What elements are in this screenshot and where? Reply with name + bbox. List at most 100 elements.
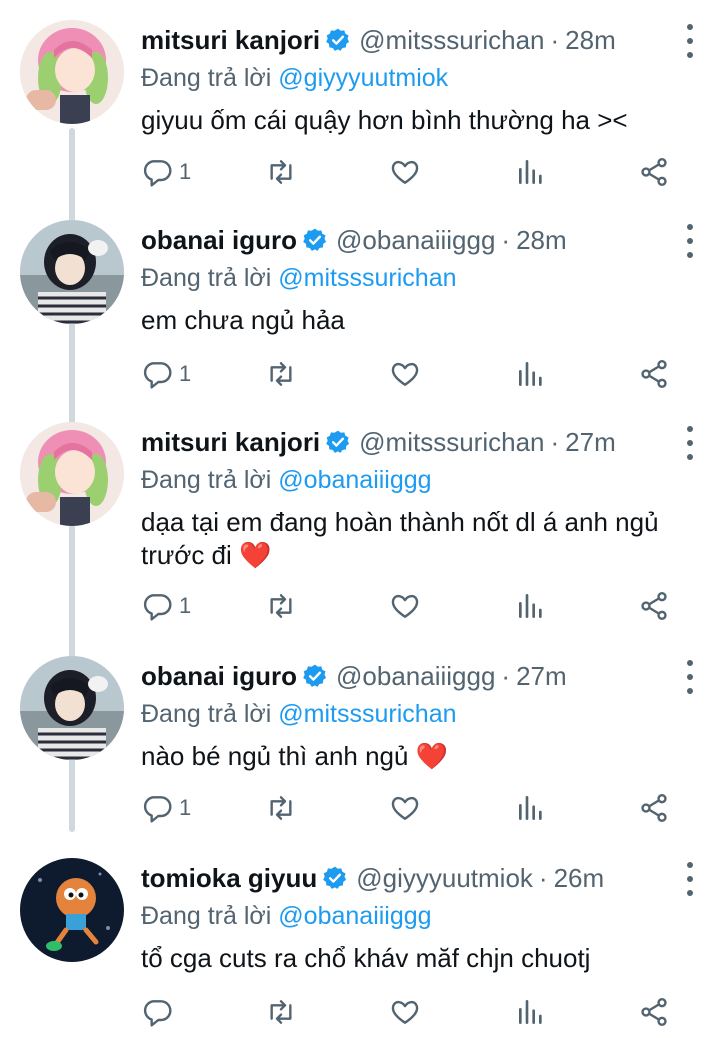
mention-link[interactable]: @giyyyuutmiok — [278, 64, 448, 92]
mention-link[interactable]: @obanaiiiggg — [278, 466, 431, 494]
reply-button[interactable]: 1 — [141, 152, 191, 192]
display-name[interactable]: obanai iguro — [141, 661, 297, 692]
separator-dot: · — [501, 660, 511, 691]
views-button[interactable] — [515, 788, 547, 828]
retweet-icon — [270, 362, 292, 386]
like-button[interactable] — [389, 354, 421, 394]
like-icon — [391, 362, 419, 386]
action-bar: 1 — [0, 788, 720, 828]
views-button[interactable] — [515, 992, 547, 1032]
replying-to: Đang trả lời @mitsssurichan — [141, 260, 700, 296]
verified-badge-icon — [326, 28, 350, 51]
retweet-button[interactable] — [265, 586, 297, 626]
reply-button[interactable] — [141, 992, 179, 1032]
retweet-button[interactable] — [265, 152, 297, 192]
avatar[interactable] — [20, 220, 124, 324]
action-bar: 1 — [0, 586, 720, 626]
mitsuri-avatar-icon — [20, 422, 124, 526]
views-button[interactable] — [515, 354, 547, 394]
timestamp[interactable]: 28m — [565, 25, 616, 56]
more-icon[interactable] — [680, 224, 700, 258]
verified-badge-icon — [323, 866, 347, 889]
retweet-icon — [270, 1000, 292, 1024]
like-button[interactable] — [389, 152, 421, 192]
reply-count: 1 — [179, 159, 192, 184]
share-button[interactable] — [638, 788, 670, 828]
reply-button[interactable]: 1 — [141, 788, 191, 828]
like-icon — [391, 1000, 419, 1024]
share-icon — [641, 360, 667, 388]
more-icon[interactable] — [680, 24, 700, 58]
views-button[interactable] — [515, 586, 547, 626]
display-name[interactable]: mitsuri kanjori — [141, 427, 320, 458]
avatar[interactable] — [20, 656, 124, 760]
obanai-avatar-icon — [20, 220, 124, 324]
reply-prefix: Đang trả lời — [141, 64, 272, 92]
more-icon[interactable] — [680, 426, 700, 460]
reply-prefix: Đang trả lời — [141, 700, 272, 728]
retweet-button[interactable] — [265, 992, 297, 1032]
mention-link[interactable]: @mitsssurichan — [278, 264, 456, 292]
avatar[interactable] — [20, 20, 124, 124]
avatar[interactable] — [20, 858, 124, 962]
handle[interactable]: @giyyyuutmiok — [356, 863, 533, 894]
retweet-button[interactable] — [265, 788, 297, 828]
retweet-icon — [270, 796, 292, 820]
verified-badge-icon — [326, 430, 350, 453]
display-name[interactable]: tomioka giyuu — [141, 863, 317, 894]
reply-icon — [143, 1000, 172, 1027]
retweet-button[interactable] — [265, 354, 297, 394]
like-button[interactable] — [389, 992, 421, 1032]
views-button[interactable] — [515, 152, 547, 192]
replying-to: Đang trả lời @giyyyuutmiok — [141, 60, 700, 96]
mention-link[interactable]: @obanaiiiggg — [278, 902, 431, 930]
replying-to: Đang trả lời @obanaiiiggg — [141, 462, 700, 498]
handle[interactable]: @mitsssurichan — [359, 427, 544, 458]
mention-link[interactable]: @mitsssurichan — [278, 700, 456, 728]
timestamp[interactable]: 27m — [516, 661, 567, 692]
handle[interactable]: @obanaiiiggg — [336, 225, 495, 256]
reply-button[interactable]: 1 — [141, 586, 191, 626]
separator-dot: · — [538, 862, 548, 893]
reply-icon — [143, 362, 172, 389]
verified-badge-icon — [303, 228, 327, 251]
more-icon[interactable] — [680, 660, 700, 694]
views-icon — [519, 796, 542, 820]
share-button[interactable] — [638, 152, 670, 192]
reply-icon — [143, 160, 172, 187]
tweet-text: giyuu ốm cái quậy hơn bình thường ha >< — [141, 105, 628, 135]
giyuu-avatar-icon — [20, 858, 124, 962]
retweet-icon — [270, 160, 292, 184]
timestamp[interactable]: 28m — [516, 225, 567, 256]
share-icon — [641, 998, 667, 1026]
action-bar: 1 — [0, 152, 720, 192]
display-name[interactable]: obanai iguro — [141, 225, 297, 256]
display-name[interactable]: mitsuri kanjori — [141, 25, 320, 56]
reply-count: 1 — [179, 795, 192, 820]
replying-to: Đang trả lời @obanaiiiggg — [141, 898, 700, 934]
views-icon — [519, 160, 542, 184]
share-button[interactable] — [638, 354, 670, 394]
views-icon — [519, 1000, 542, 1024]
like-button[interactable] — [389, 586, 421, 626]
separator-dot: · — [501, 224, 511, 255]
reply-prefix: Đang trả lời — [141, 902, 272, 930]
reply-count: 1 — [179, 361, 192, 386]
reply-count: 1 — [179, 593, 192, 618]
verified-badge-icon — [303, 664, 327, 687]
reply-button[interactable]: 1 — [141, 354, 191, 394]
timestamp[interactable]: 27m — [565, 427, 616, 458]
handle[interactable]: @obanaiiiggg — [336, 661, 495, 692]
like-button[interactable] — [389, 788, 421, 828]
avatar[interactable] — [20, 422, 124, 526]
more-icon[interactable] — [680, 862, 700, 896]
share-icon — [641, 158, 667, 186]
handle[interactable]: @mitsssurichan — [359, 25, 544, 56]
share-button[interactable] — [638, 586, 670, 626]
like-icon — [391, 594, 419, 618]
timestamp[interactable]: 26m — [554, 863, 605, 894]
share-button[interactable] — [638, 992, 670, 1032]
separator-dot: · — [550, 426, 560, 457]
views-icon — [519, 594, 542, 618]
like-icon — [391, 796, 419, 820]
